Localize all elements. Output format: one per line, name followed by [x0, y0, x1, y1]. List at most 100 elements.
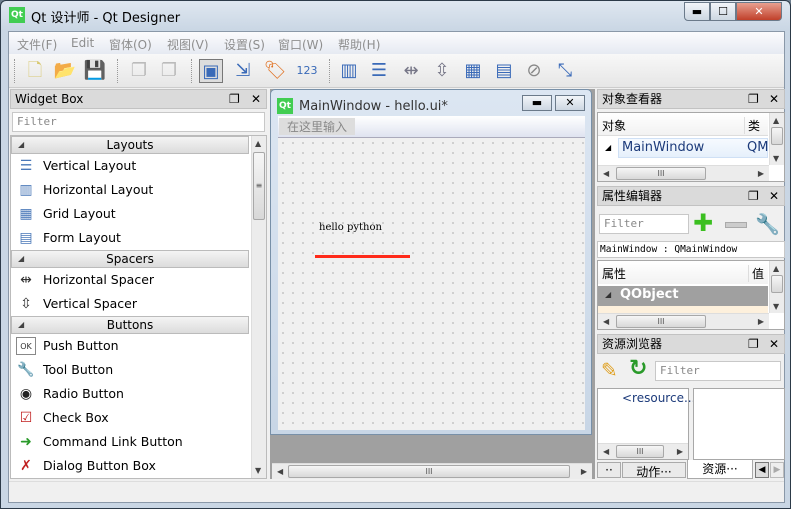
item-label: Vertical Layout	[43, 158, 137, 173]
widget-dialog-button-box[interactable]: ✗ Dialog Button Box	[11, 454, 249, 478]
save-icon[interactable]: 💾	[83, 59, 107, 83]
widget-vertical-layout[interactable]: ☰ Vertical Layout	[11, 154, 249, 178]
edit-signals-icon[interactable]: ⇲	[231, 59, 255, 83]
column-class[interactable]: 类	[744, 117, 760, 134]
widget-list: ◢ Layouts ☰ Vertical Layout ▥ Horizontal La…	[10, 135, 267, 479]
widget-push-button[interactable]: OK Push Button	[11, 334, 249, 358]
horizontal-spacer-icon: ⇹	[20, 272, 32, 288]
mdi-horizontal-scrollbar[interactable]: ◀ III ▶	[272, 463, 592, 479]
column-property[interactable]: 属性	[602, 265, 626, 282]
edit-buddies-icon[interactable]: 🏷	[263, 59, 287, 83]
property-filter-input[interactable]: Filter	[599, 214, 689, 234]
layout-horizontal-icon[interactable]: ▥	[337, 59, 361, 83]
tab-object-inspector[interactable]: ··	[597, 462, 621, 478]
menu-view[interactable]: 视图(V)	[167, 36, 209, 53]
menu-form[interactable]: 窗体(O)	[109, 36, 152, 53]
form-close-button[interactable]: ✕	[555, 95, 585, 111]
horizontal-layout-icon: ▥	[19, 182, 33, 198]
new-file-icon[interactable]: 🗋	[23, 59, 47, 83]
widget-form-layout[interactable]: ▤ Form Layout	[11, 226, 249, 250]
close-icon[interactable]: ✕	[769, 90, 779, 108]
client-area: 文件(F) Edit 窗体(O) 视图(V) 设置(S) 窗口(W) 帮助(H)…	[8, 31, 785, 503]
minimize-button[interactable]: ▬	[684, 2, 710, 21]
widget-list-scrollbar[interactable]: ▲ ≡ ▼	[251, 136, 266, 478]
radio-button-icon: ◉	[19, 386, 33, 402]
break-layout-icon[interactable]: ⊘	[522, 59, 546, 83]
widget-radio-button[interactable]: ◉ Radio Button	[11, 382, 249, 406]
layout-splitter-v-icon[interactable]: ⇳	[430, 59, 454, 83]
category-spacers[interactable]: ◢ Spacers	[11, 250, 249, 268]
remove-property-icon[interactable]	[725, 222, 747, 228]
layout-splitter-h-icon[interactable]: ⇹	[399, 59, 423, 83]
add-property-icon[interactable]: ✚	[693, 210, 713, 236]
copy-icon[interactable]: ❐	[127, 59, 151, 83]
category-layouts[interactable]: ◢ Layouts	[11, 136, 249, 154]
property-hscroll[interactable]: ◀ III ▶	[598, 313, 769, 329]
category-buttons[interactable]: ◢ Buttons	[11, 316, 249, 334]
object-tree-hscroll[interactable]: ◀ III ▶	[598, 165, 769, 181]
vertical-layout-icon: ☰	[19, 158, 33, 174]
widget-filter-input[interactable]: Filter	[12, 112, 265, 132]
tab-scroll-left-icon[interactable]: ◀	[755, 462, 769, 478]
red-line[interactable]	[315, 255, 410, 258]
expand-arrow-icon[interactable]: ◢	[605, 143, 611, 152]
form-menu-placeholder[interactable]: 在这里输入	[279, 118, 355, 135]
layout-form-icon[interactable]: ▤	[492, 59, 516, 83]
adjust-size-icon[interactable]: ⤡	[553, 59, 577, 83]
hello-label[interactable]: hello python	[319, 222, 382, 233]
widget-tool-button[interactable]: 🔧 Tool Button	[11, 358, 249, 382]
close-icon[interactable]: ✕	[769, 187, 779, 205]
widget-horizontal-layout[interactable]: ▥ Horizontal Layout	[11, 178, 249, 202]
column-object[interactable]: 对象	[602, 117, 626, 134]
float-icon[interactable]: ❐	[748, 187, 759, 205]
edit-tab-order-icon[interactable]: 123	[295, 59, 319, 83]
push-button-icon: OK	[16, 337, 36, 355]
maximize-button[interactable]: ☐	[710, 2, 736, 21]
float-icon[interactable]: ❐	[229, 90, 240, 108]
resource-root-item[interactable]: <resource...	[622, 391, 695, 405]
tab-actions[interactable]: 动作···	[622, 462, 686, 479]
configure-wrench-icon[interactable]: 🔧	[755, 212, 780, 236]
edit-resources-pencil-icon[interactable]: ✎	[601, 358, 618, 382]
float-icon[interactable]: ❐	[748, 335, 759, 353]
menu-edit[interactable]: Edit	[71, 36, 94, 50]
group-label: QObject	[620, 287, 679, 302]
menu-settings[interactable]: 设置(S)	[224, 36, 265, 53]
property-editor-title: 属性编辑器 ❐ ✕	[597, 186, 785, 206]
close-icon[interactable]: ✕	[251, 90, 261, 108]
float-icon[interactable]: ❐	[748, 90, 759, 108]
menu-window[interactable]: 窗口(W)	[278, 36, 323, 53]
reload-icon[interactable]: ↻	[629, 356, 647, 381]
widget-horizontal-spacer[interactable]: ⇹ Horizontal Spacer	[11, 268, 249, 292]
paste-icon[interactable]: ❐	[157, 59, 181, 83]
title-bar: Qt Qt 设计师 - Qt Designer ▬ ☐ ✕	[1, 1, 790, 29]
object-tree-vscroll[interactable]: ▲ ▼	[769, 113, 784, 165]
menu-help[interactable]: 帮助(H)	[338, 36, 380, 53]
object-name: MainWindow	[622, 140, 705, 155]
widget-grid-layout[interactable]: ▦ Grid Layout	[11, 202, 249, 226]
open-folder-icon[interactable]: 📂	[53, 59, 77, 83]
property-vscroll[interactable]: ▲ ▼	[769, 261, 784, 313]
close-button[interactable]: ✕	[736, 2, 782, 21]
resource-hscroll[interactable]: ◀ III ▶	[598, 443, 688, 459]
menu-file[interactable]: 文件(F)	[17, 36, 57, 53]
column-value[interactable]: 值	[748, 265, 764, 282]
edit-widgets-icon[interactable]: ▣	[199, 59, 223, 83]
item-label: Push Button	[43, 338, 119, 353]
close-icon[interactable]: ✕	[769, 335, 779, 353]
window-title: Qt 设计师 - Qt Designer	[31, 11, 181, 26]
form-minimize-button[interactable]: ▬	[522, 95, 552, 111]
tab-scroll-right-icon[interactable]: ▶	[770, 462, 784, 478]
layout-vertical-icon[interactable]: ☰	[367, 59, 391, 83]
widget-vertical-spacer[interactable]: ⇳ Vertical Spacer	[11, 292, 249, 316]
widget-box-title: Widget Box ❐ ✕	[10, 89, 267, 109]
item-label: Grid Layout	[43, 206, 116, 221]
resource-filter-input[interactable]: Filter	[655, 361, 781, 381]
qt-logo-icon: Qt	[277, 98, 293, 114]
widget-check-box[interactable]: ☑ Check Box	[11, 406, 249, 430]
property-group-qobject[interactable]: ◢ QObject	[598, 286, 768, 306]
tree-row-mainwindow[interactable]: MainWindow QM	[618, 138, 768, 158]
tab-resources[interactable]: 资源···	[687, 460, 753, 479]
widget-command-link-button[interactable]: ➜ Command Link Button	[11, 430, 249, 454]
layout-grid-icon[interactable]: ▦	[461, 59, 485, 83]
